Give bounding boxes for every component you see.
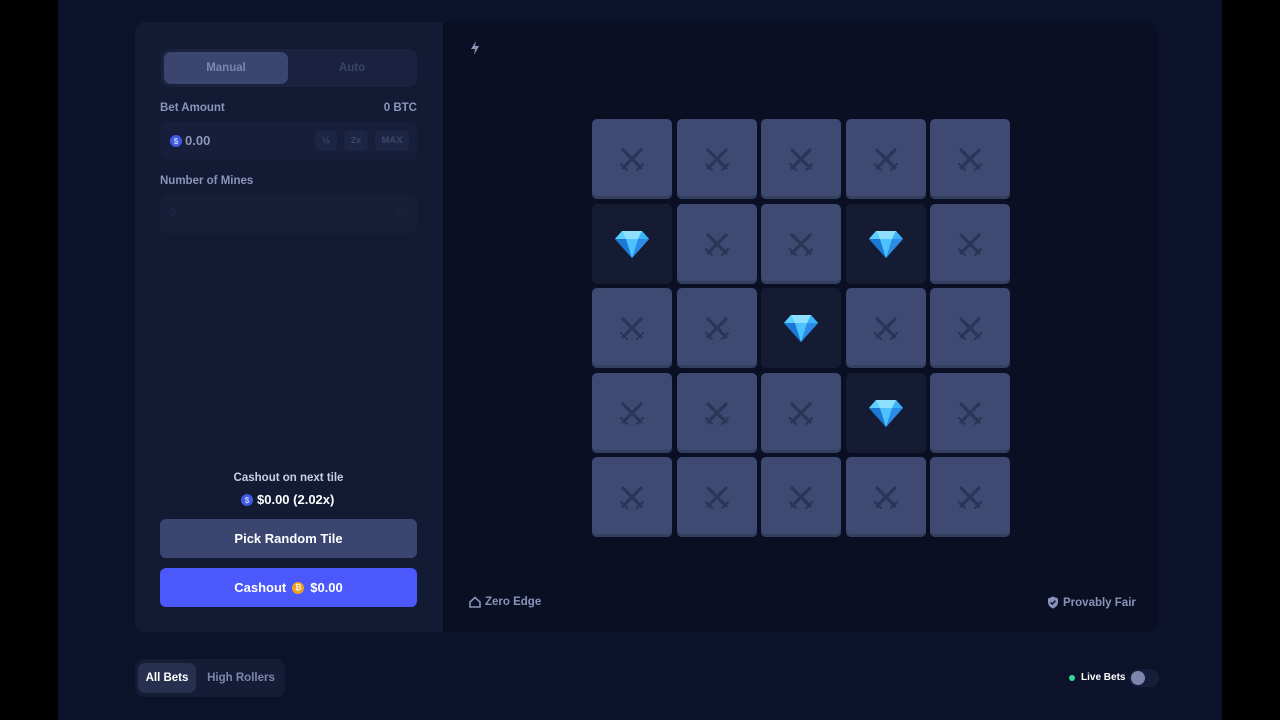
double-bet-button[interactable]: 2x: [344, 130, 368, 151]
bitcoin-coin-icon: ₿: [292, 581, 305, 594]
pick-random-tile-button[interactable]: Pick Random Tile: [160, 519, 417, 558]
crossed-swords-icon: [956, 314, 984, 342]
diamond-icon: [782, 312, 820, 344]
live-indicator-dot: [1069, 674, 1075, 681]
crossed-swords-icon: [618, 145, 646, 173]
tab-high-rollers[interactable]: High Rollers: [201, 663, 281, 693]
zero-edge-label: Zero Edge: [485, 596, 542, 608]
cashout-next-label: Cashout on next tile: [233, 472, 344, 484]
house-icon: [469, 596, 481, 608]
tile-hidden[interactable]: [761, 204, 841, 284]
tile-hidden[interactable]: [592, 119, 672, 199]
tile-hidden[interactable]: [930, 373, 1010, 453]
diamond-icon: [867, 228, 905, 260]
chevron-down-icon: ⌄: [395, 207, 404, 218]
crossed-swords-icon: [618, 483, 646, 511]
mines-select-value: 3: [170, 207, 177, 219]
tile-hidden[interactable]: [930, 119, 1010, 199]
live-bets: Live Bets: [1069, 672, 1125, 683]
tile-hidden[interactable]: [761, 457, 841, 537]
tile-hidden[interactable]: [592, 373, 672, 453]
crossed-swords-icon: [872, 145, 900, 173]
crossed-swords-icon: [956, 145, 984, 173]
tile-hidden[interactable]: [846, 457, 926, 537]
tile-revealed-gem: [761, 288, 841, 368]
toggle-knob: [1131, 671, 1145, 685]
crossed-swords-icon: [787, 145, 815, 173]
tile-hidden[interactable]: [846, 119, 926, 199]
tile-hidden[interactable]: [677, 457, 757, 537]
cashout-label: Cashout: [234, 580, 287, 595]
dollar-coin-icon: $: [241, 494, 253, 506]
crossed-swords-icon: [956, 483, 984, 511]
cashout-button[interactable]: Cashout ₿ $0.00: [160, 568, 417, 607]
tile-hidden[interactable]: [930, 457, 1010, 537]
tile-hidden[interactable]: [930, 204, 1010, 284]
lightning-icon[interactable]: [469, 40, 481, 56]
crossed-swords-icon: [703, 483, 731, 511]
tile-hidden[interactable]: [592, 457, 672, 537]
crossed-swords-icon: [787, 230, 815, 258]
bet-balance: 0 BTC: [383, 102, 417, 114]
max-bet-button[interactable]: MAX: [375, 130, 409, 151]
tile-revealed-gem: [846, 204, 926, 284]
crossed-swords-icon: [956, 230, 984, 258]
dollar-coin-icon: $: [170, 135, 182, 147]
tab-auto[interactable]: Auto: [290, 52, 414, 84]
crossed-swords-icon: [703, 230, 731, 258]
live-bets-toggle[interactable]: [1129, 669, 1159, 687]
bets-tabs: All Bets High Rollers: [135, 659, 285, 697]
mines-select[interactable]: [160, 195, 417, 233]
crossed-swords-icon: [703, 399, 731, 427]
tile-hidden[interactable]: [677, 204, 757, 284]
mode-tabs: Manual Auto: [161, 49, 417, 87]
provably-fair[interactable]: Provably Fair: [1047, 596, 1136, 609]
tile-hidden[interactable]: [846, 288, 926, 368]
tab-all-bets[interactable]: All Bets: [138, 663, 196, 693]
tile-hidden[interactable]: [677, 119, 757, 199]
tile-revealed-gem: [592, 204, 672, 284]
provably-fair-label: Provably Fair: [1063, 596, 1136, 609]
tile-hidden[interactable]: [761, 373, 841, 453]
crossed-swords-icon: [618, 399, 646, 427]
tile-revealed-gem: [846, 373, 926, 453]
shield-check-icon: [1048, 596, 1058, 609]
diamond-icon: [613, 228, 651, 260]
bet-amount-value[interactable]: 0.00: [185, 133, 210, 148]
crossed-swords-icon: [618, 314, 646, 342]
zero-edge[interactable]: Zero Edge: [469, 596, 541, 608]
tile-hidden[interactable]: [677, 373, 757, 453]
crossed-swords-icon: [703, 145, 731, 173]
crossed-swords-icon: [703, 314, 731, 342]
crossed-swords-icon: [787, 399, 815, 427]
crossed-swords-icon: [787, 483, 815, 511]
diamond-icon: [867, 397, 905, 429]
tile-hidden[interactable]: [677, 288, 757, 368]
cashout-amount: $0.00: [310, 580, 343, 595]
tile-hidden[interactable]: [761, 119, 841, 199]
live-bets-label: Live Bets: [1081, 672, 1126, 683]
tab-manual[interactable]: Manual: [164, 52, 288, 84]
half-bet-button[interactable]: ½: [315, 130, 337, 151]
mines-board: [592, 119, 1010, 537]
tile-hidden[interactable]: [930, 288, 1010, 368]
bet-amount-label: Bet Amount: [160, 102, 225, 114]
crossed-swords-icon: [872, 483, 900, 511]
crossed-swords-icon: [956, 399, 984, 427]
mines-label: Number of Mines: [160, 175, 254, 187]
tile-hidden[interactable]: [592, 288, 672, 368]
crossed-swords-icon: [872, 314, 900, 342]
cashout-next-value: $0.00 (2.02x): [257, 492, 335, 507]
